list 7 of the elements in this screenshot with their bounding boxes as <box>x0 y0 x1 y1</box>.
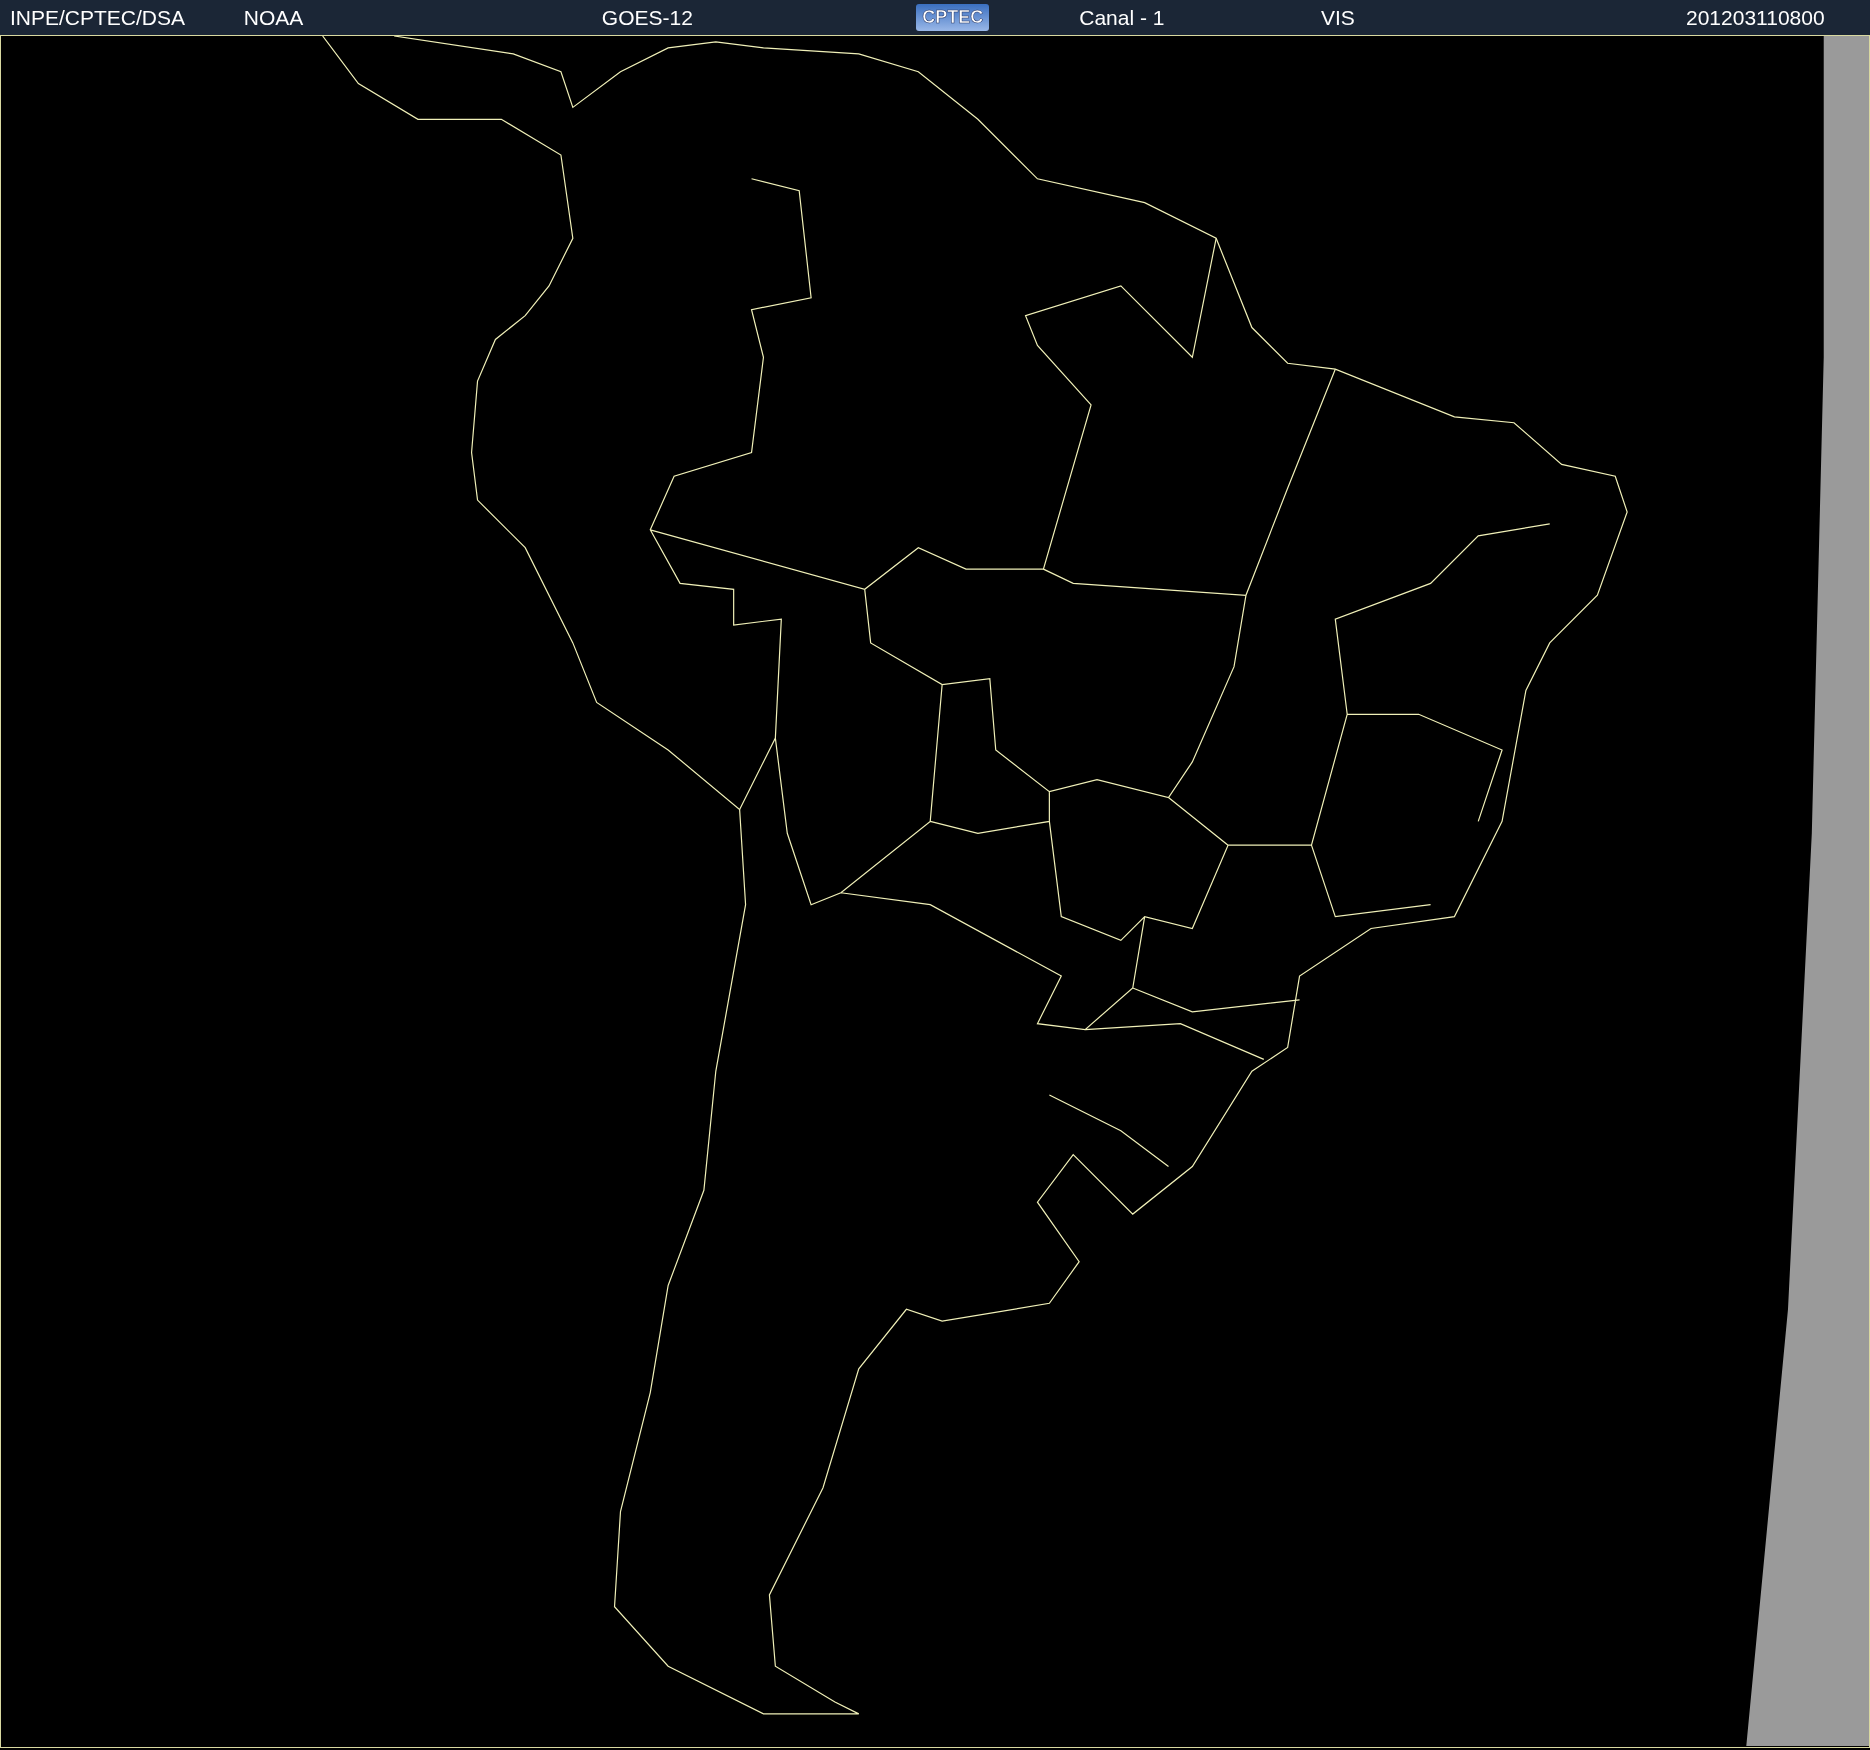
header-text: Canal - 1 <box>1079 5 1165 30</box>
header-text: VIS <box>1320 5 1355 30</box>
header-text: GOES-12 <box>601 5 693 30</box>
logo: CPTEC <box>916 4 990 31</box>
header-text: 201203110800 <box>1686 5 1825 30</box>
header-text: NOAA <box>243 5 304 30</box>
header-text: INPE/CPTEC/DSA <box>10 5 186 30</box>
